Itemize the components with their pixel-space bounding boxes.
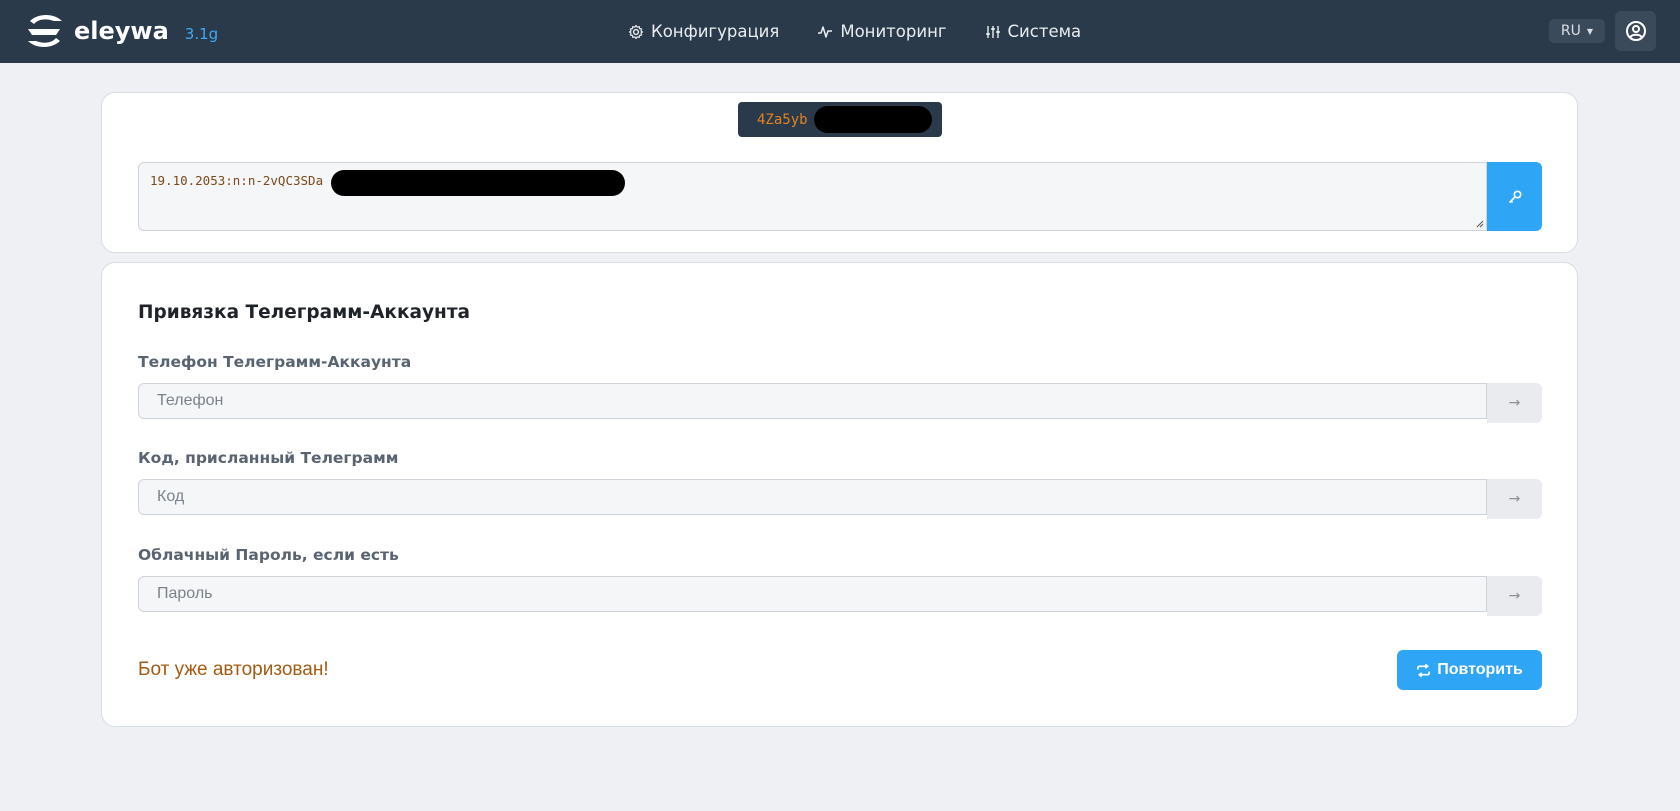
nav-label-system: Система: [1007, 22, 1082, 41]
brand[interactable]: eleywa 3.1g: [24, 11, 218, 51]
code-placeholder: Код: [157, 488, 185, 505]
token-display: 4Za5yb: [738, 102, 942, 137]
nav-item-configuration[interactable]: Конфигурация: [628, 22, 779, 41]
phone-placeholder: Телефон: [157, 392, 224, 409]
language-dropdown[interactable]: RU ▼: [1549, 19, 1605, 43]
top-navbar: eleywa 3.1g Конфигурация Мониторинг Сист…: [0, 0, 1680, 63]
caret-down-icon: ▼: [1586, 26, 1594, 36]
sliders-icon: [985, 25, 1000, 38]
token-value: 4Za5yb: [757, 111, 808, 128]
user-menu-button[interactable]: [1615, 11, 1656, 51]
brand-name: eleywa: [74, 17, 169, 45]
nav-label-monitoring: Мониторинг: [840, 22, 947, 41]
retry-label: Повторить: [1437, 661, 1523, 678]
key-textarea[interactable]: 19.10.2053:n:n-2vQC3SDa: [138, 162, 1487, 231]
phone-submit-button[interactable]: →: [1487, 383, 1542, 423]
code-input[interactable]: Код: [138, 479, 1487, 515]
nav-item-system[interactable]: Система: [985, 22, 1082, 41]
repeat-icon: [1417, 663, 1431, 677]
nav-item-monitoring[interactable]: Мониторинг: [817, 22, 947, 41]
main-nav: Конфигурация Мониторинг Система: [628, 0, 1119, 63]
arrow-right-icon: →: [1508, 395, 1521, 411]
activity-icon: [818, 25, 833, 38]
arrow-right-icon: →: [1508, 588, 1521, 604]
resize-grip-icon[interactable]: [1476, 220, 1484, 228]
auth-status-text: Бот уже авторизован!: [138, 659, 329, 680]
code-submit-button[interactable]: →: [1487, 479, 1542, 519]
password-placeholder: Пароль: [157, 585, 213, 602]
password-submit-button[interactable]: →: [1487, 576, 1542, 616]
telegram-section-title: Привязка Телеграмм-Аккаунта: [138, 302, 471, 323]
arrow-right-icon: →: [1508, 491, 1521, 507]
password-input[interactable]: Пароль: [138, 576, 1487, 612]
phone-input[interactable]: Телефон: [138, 383, 1487, 419]
key-value: 19.10.2053:n:n-2vQC3SDa: [150, 173, 324, 188]
gear-icon: [628, 24, 644, 39]
key-redaction: [331, 170, 625, 196]
password-label: Облачный Пароль, если есть: [138, 546, 399, 564]
version-badge: 3.1g: [184, 25, 219, 43]
code-label: Код, присланный Телеграмм: [138, 449, 399, 467]
token-redaction: [814, 106, 932, 133]
apply-key-button[interactable]: [1487, 162, 1542, 231]
nav-label-configuration: Конфигурация: [651, 22, 780, 41]
phone-label: Телефон Телеграмм-Аккаунта: [138, 353, 412, 371]
eleywa-logo-icon: [28, 15, 62, 47]
language-selected: RU: [1560, 23, 1581, 39]
retry-button[interactable]: Повторить: [1397, 650, 1542, 690]
user-circle-icon: [1625, 21, 1646, 41]
key-icon: [1508, 189, 1522, 203]
